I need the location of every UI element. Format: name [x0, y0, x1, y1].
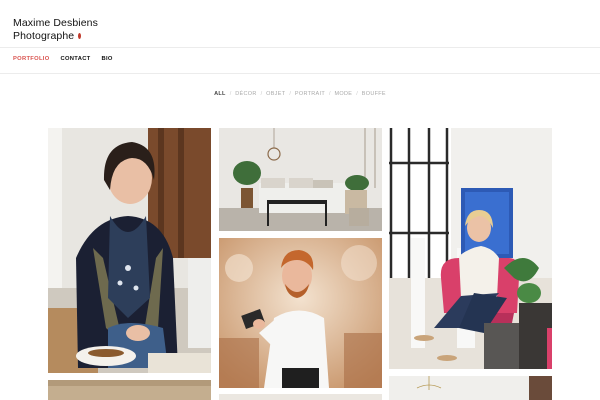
filter-separator: / — [329, 91, 331, 97]
filter-mode[interactable]: MODE — [335, 91, 353, 97]
filter-separator: / — [229, 91, 232, 97]
brand-dot-icon — [78, 33, 82, 40]
filter-separator: / — [260, 91, 263, 97]
nav-bio[interactable]: BIO — [102, 56, 113, 62]
portfolio-filters: ALL / DÉCOR / OBJET / PORTRAIT / MODE / … — [0, 91, 600, 97]
portfolio-photo-chandelier[interactable] — [389, 376, 552, 400]
main-nav: PORTFOLIO CONTACT BIO — [13, 56, 113, 62]
portfolio-photo-man-tablet[interactable] — [219, 238, 382, 388]
nav-divider — [0, 73, 600, 74]
portfolio-photo-woman-pink-chair[interactable] — [389, 128, 552, 369]
filter-objet[interactable]: OBJET — [266, 91, 285, 97]
header-divider — [0, 47, 600, 48]
site-brand[interactable]: Maxime Desbiens Photographe — [13, 17, 98, 42]
portfolio-photo-woman-scarf[interactable] — [48, 128, 211, 373]
filter-all[interactable]: ALL — [214, 91, 226, 97]
nav-portfolio[interactable]: PORTFOLIO — [13, 56, 50, 62]
filter-portrait[interactable]: PORTRAIT — [295, 91, 325, 97]
filter-decor[interactable]: DÉCOR — [235, 91, 256, 97]
nav-contact[interactable]: CONTACT — [61, 56, 91, 62]
portfolio-photo-wood[interactable] — [48, 380, 211, 400]
site-name-line2: Photographe — [13, 29, 75, 42]
filter-separator: / — [356, 91, 358, 97]
filter-bouffe[interactable]: BOUFFE — [362, 91, 386, 97]
site-name-line1: Maxime Desbiens — [13, 17, 98, 29]
portfolio-photo-interior[interactable] — [219, 394, 382, 400]
filter-separator: / — [289, 91, 291, 97]
portfolio-photo-bedroom[interactable] — [219, 128, 382, 231]
